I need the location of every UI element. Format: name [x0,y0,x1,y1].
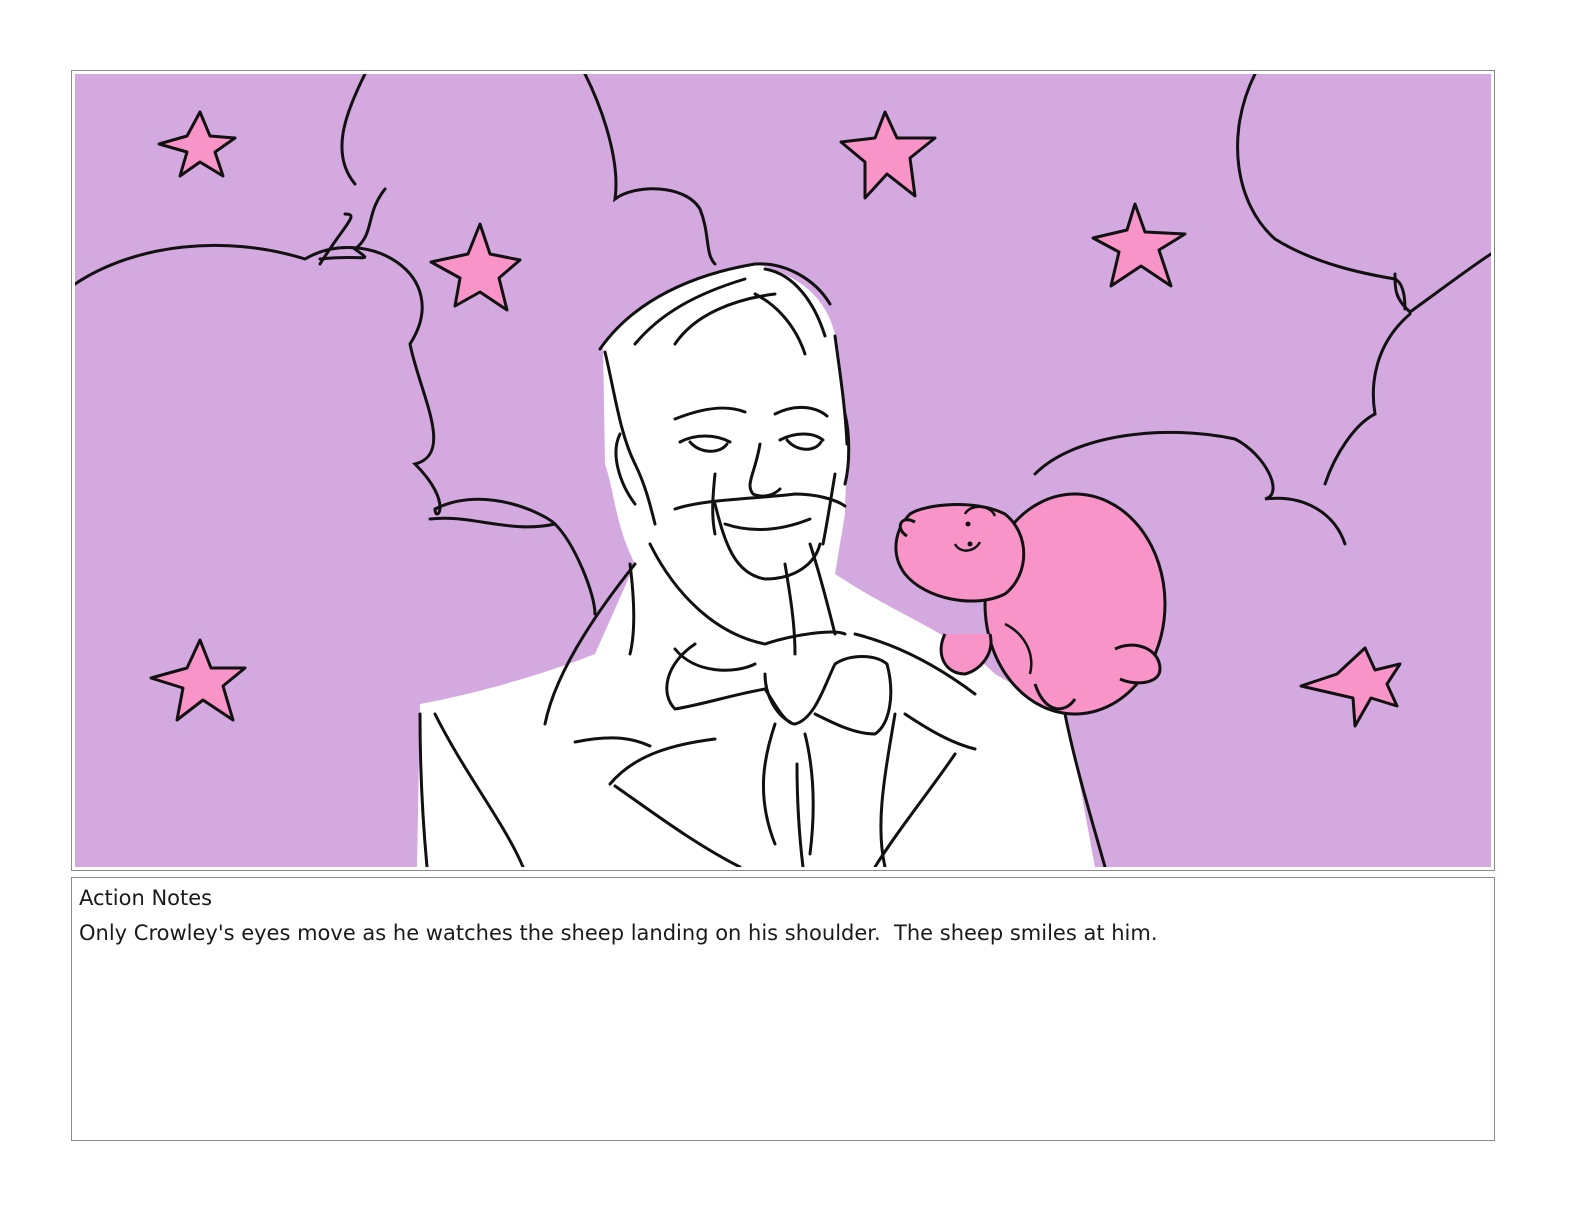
action-notes-text: Only Crowley's eyes move as he watches t… [79,921,1158,945]
action-notes-heading: Action Notes [79,886,213,910]
storyboard-panel [71,70,1495,871]
panel-illustration [75,74,1491,867]
action-notes-box: Action Notes Only Crowley's eyes move as… [71,877,1495,1141]
